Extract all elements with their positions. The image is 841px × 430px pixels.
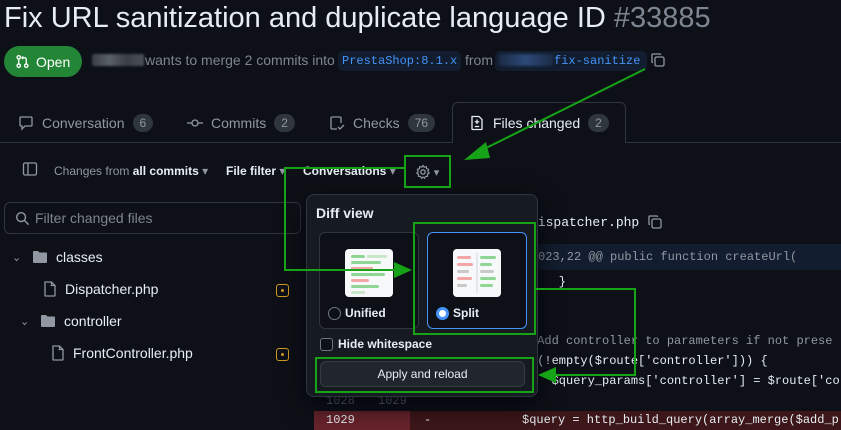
status-badge: Open: [4, 46, 82, 77]
diff-line-comment: Add controller to parameters if not pres…: [530, 334, 833, 348]
line-number-deleted: 1029: [326, 413, 355, 427]
head-owner-redacted: [499, 54, 553, 66]
comment-icon: [19, 116, 33, 131]
merge-text: wants to merge 2 commits into: [145, 52, 335, 68]
pr-title: Fix URL sanitization and duplicate langu…: [4, 2, 711, 35]
tab-checks[interactable]: Checks 76: [329, 108, 436, 138]
changes-prefix: Changes from: [54, 164, 130, 178]
hide-whitespace-row[interactable]: Hide whitespace: [320, 337, 432, 351]
copy-icon[interactable]: [647, 214, 663, 230]
base-branch[interactable]: PrestaShop:8.1.x: [338, 51, 462, 71]
file-filter-label: File filter: [226, 164, 277, 178]
filter-placeholder: Filter changed files: [35, 210, 153, 226]
tabs-divider: [0, 142, 841, 143]
diff-file-header: Dispatcher.php: [530, 204, 841, 240]
annotation-box-apply: [315, 357, 534, 393]
annotation-line: [284, 167, 404, 169]
filter-files-input[interactable]: Filter changed files: [4, 202, 301, 234]
unified-preview-icon: [345, 249, 393, 297]
annotation-line: [284, 269, 396, 271]
tab-label: Checks: [353, 115, 400, 131]
tree-folder-controller[interactable]: ⌄ controller: [20, 313, 122, 329]
tab-label: Commits: [211, 115, 267, 131]
status-label: Open: [36, 53, 71, 70]
tree-item-label: FrontController.php: [73, 345, 193, 361]
unified-label: Unified: [345, 306, 386, 320]
tree-item-label: Dispatcher.php: [65, 281, 159, 297]
tree-folder-classes[interactable]: ⌄ classes: [12, 249, 103, 265]
chevron-down-icon: ⌄: [12, 251, 22, 264]
tab-counter: 6: [132, 114, 154, 132]
sidebar-toggle-icon[interactable]: [22, 161, 38, 177]
tab-label: Conversation: [42, 115, 125, 131]
annotation-box-settings: [404, 155, 451, 188]
diff-line: [530, 391, 841, 411]
annotation-line: [536, 288, 636, 290]
diff-file-name[interactable]: Dispatcher.php: [530, 215, 639, 230]
changes-scope: all commits: [132, 164, 199, 178]
hide-whitespace-checkbox[interactable]: [320, 337, 333, 351]
diff-line-deleted: $query = http_build_query(array_merge($a…: [522, 413, 839, 427]
copy-icon[interactable]: [650, 52, 666, 68]
diff-view-option-unified[interactable]: Unified: [319, 232, 419, 329]
chevron-down-icon: ⌄: [20, 315, 30, 328]
caret-down-icon: ▾: [202, 164, 209, 178]
file-modified-icon: [276, 284, 289, 297]
tab-commits[interactable]: Commits 2: [187, 108, 295, 138]
tree-item-label: classes: [56, 249, 103, 265]
commit-icon: [187, 119, 203, 127]
file-modified-icon: [276, 348, 289, 361]
pr-number[interactable]: #33885: [614, 2, 711, 34]
annotation-line: [634, 288, 636, 376]
author-avatar-redacted: [92, 54, 144, 66]
diff-view-title: Diff view: [316, 205, 374, 221]
checklist-icon: [330, 116, 345, 130]
tree-file-frontcontroller[interactable]: FrontController.php: [51, 345, 193, 361]
annotation-line: [552, 374, 636, 376]
diff-hunk-header: 023,22 @@ public function createUrl(: [530, 244, 841, 270]
folder-icon: [33, 251, 47, 263]
file-filter-menu[interactable]: File filter ▾: [226, 164, 285, 178]
tree-item-label: controller: [64, 313, 122, 329]
unified-radio[interactable]: [328, 306, 341, 320]
diff-line: (!empty($route['controller'])) {: [530, 354, 768, 368]
folder-icon: [41, 315, 55, 327]
annotation-box-split: [413, 222, 536, 335]
annotation-line: [284, 167, 286, 271]
tab-conversation[interactable]: Conversation 6: [18, 108, 154, 138]
file-icon: [44, 281, 56, 297]
diff-line: [530, 292, 841, 312]
annotation-arrowhead: [394, 262, 412, 278]
file-icon: [52, 345, 64, 361]
annotation-diagonal-arrow: [464, 68, 646, 160]
pr-title-text: Fix URL sanitization and duplicate langu…: [4, 2, 606, 34]
diff-line: [530, 311, 841, 331]
tab-counter: 2: [274, 114, 295, 132]
unified-option-row[interactable]: Unified: [328, 306, 386, 320]
deleted-sign: -: [424, 413, 432, 427]
tree-file-dispatcher[interactable]: Dispatcher.php: [43, 281, 158, 297]
annotation-arrowhead: [538, 367, 556, 383]
search-icon: [15, 211, 30, 226]
git-pull-request-icon: [16, 54, 29, 69]
changes-from-menu[interactable]: Changes from all commits ▾: [54, 164, 208, 178]
tab-counter: 76: [407, 114, 436, 132]
hide-whitespace-label: Hide whitespace: [338, 337, 433, 351]
